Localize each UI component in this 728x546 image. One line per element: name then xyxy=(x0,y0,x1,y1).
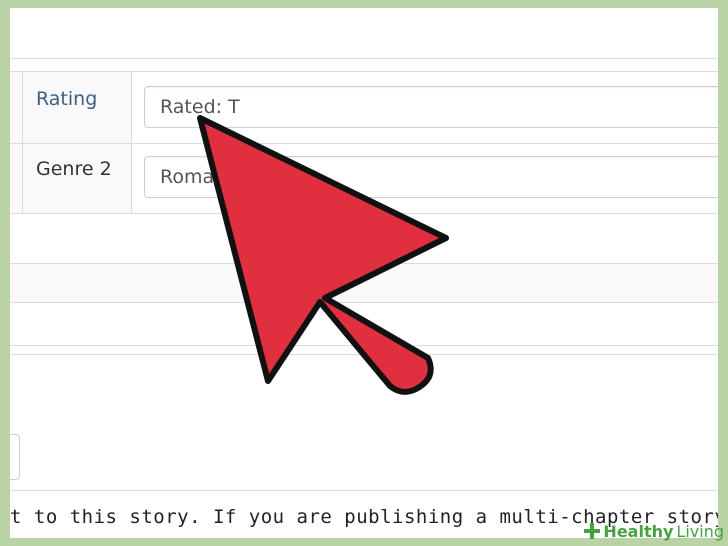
rating-select[interactable]: Rated: T xyxy=(144,86,718,128)
divider xyxy=(10,490,718,491)
plus-icon xyxy=(584,523,601,539)
watermark-part2: Living xyxy=(676,521,724,541)
row-divider xyxy=(10,143,718,144)
divider xyxy=(10,345,718,346)
watermark-part1: Healthy xyxy=(603,521,674,541)
rating-label: Rating xyxy=(36,88,98,110)
genre-2-select[interactable]: Roma xyxy=(144,156,718,198)
genre-2-value: Roma xyxy=(160,166,215,188)
empty-band xyxy=(10,264,718,302)
divider xyxy=(10,302,718,303)
rating-value: Rated: T xyxy=(160,96,240,118)
divider xyxy=(10,58,718,59)
form-panel: Rating Rated: T Genre 2 Roma t to this s… xyxy=(10,8,718,538)
row-divider xyxy=(10,213,718,214)
healthy-living-watermark: Healthy Living xyxy=(584,520,724,542)
partial-button[interactable] xyxy=(10,434,20,480)
divider xyxy=(10,354,718,355)
genre-2-label: Genre 2 xyxy=(36,158,112,180)
